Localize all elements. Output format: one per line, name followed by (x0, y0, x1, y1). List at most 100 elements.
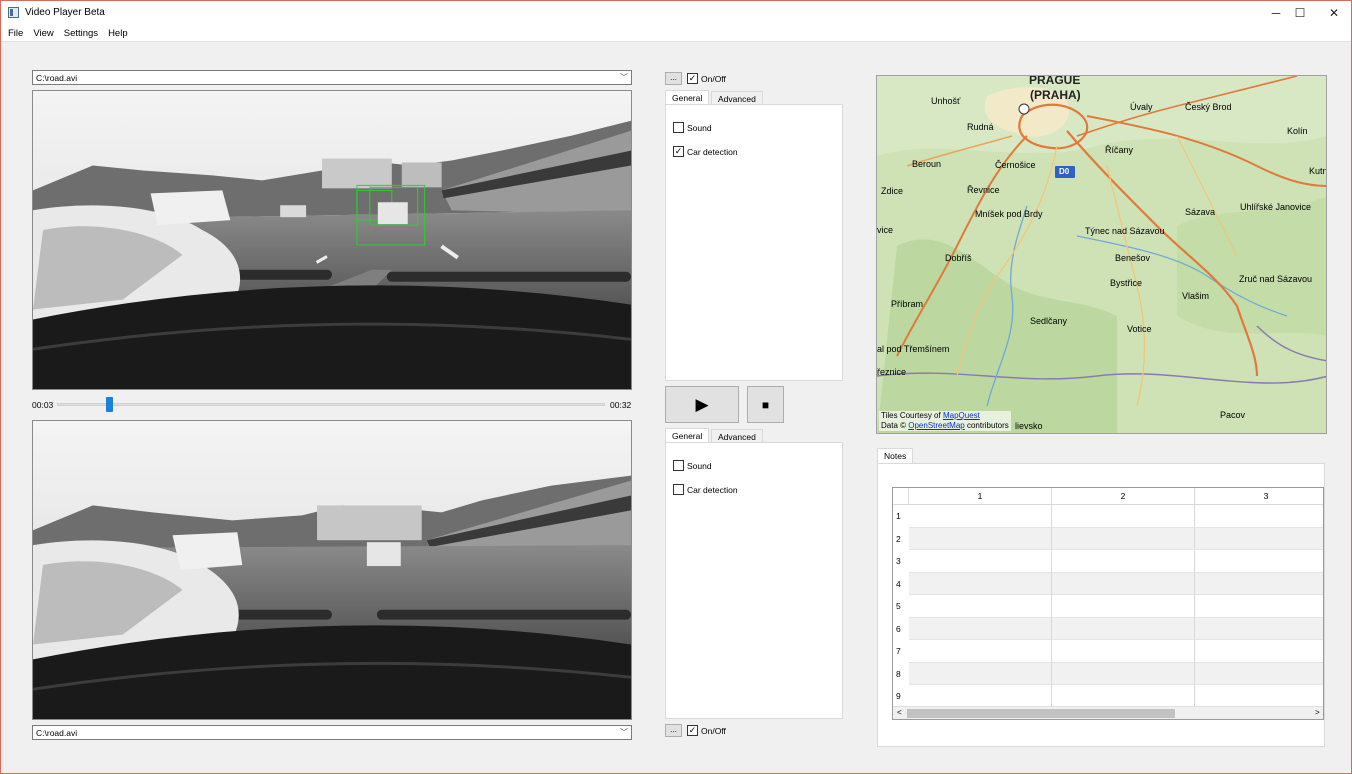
table-cell[interactable] (909, 662, 1052, 685)
column-header[interactable]: 1 (909, 488, 1052, 505)
table-cell[interactable] (909, 685, 1052, 708)
map-label-unhost: Unhošť (931, 96, 961, 106)
table-cell[interactable] (1195, 640, 1323, 663)
scroll-left-icon[interactable]: < (897, 708, 902, 717)
play-button[interactable]: ▶ (665, 386, 739, 423)
column-header[interactable]: 2 (1052, 488, 1195, 505)
table-cell[interactable] (909, 527, 1052, 550)
table-cell[interactable] (1195, 662, 1323, 685)
slider-thumb[interactable] (105, 397, 113, 412)
table-cell[interactable] (1052, 595, 1195, 618)
bottom-onoff-label: On/Off (701, 726, 726, 736)
table-cell[interactable] (1052, 572, 1195, 595)
top-tab-advanced[interactable]: Advanced (711, 91, 763, 105)
bottom-car-detection-checkbox[interactable] (673, 484, 684, 495)
top-car-detection-label: Car detection (687, 147, 738, 157)
table-cell[interactable] (909, 550, 1052, 573)
bottom-settings-panel (665, 442, 843, 719)
close-button[interactable]: ✕ (1311, 1, 1352, 25)
column-header[interactable]: 3 (1195, 488, 1323, 505)
map-label-kutna: Kutná (1309, 166, 1326, 176)
timeline-slider[interactable] (57, 403, 605, 406)
map-label-mnisek: Mníšek pod Brdy (975, 209, 1043, 219)
map-credit-tail: contributors (964, 421, 1009, 430)
window-title: Video Player Beta (25, 7, 105, 18)
top-tab-general[interactable]: General (665, 90, 710, 105)
top-onoff-checkbox[interactable]: ✓ (687, 73, 698, 84)
map-label-tynec: Týnec nad Sázavou (1085, 226, 1165, 236)
row-header[interactable]: 6 (893, 618, 909, 641)
table-cell[interactable] (1195, 527, 1323, 550)
map-label-praha: (PRAHA) (1030, 88, 1081, 102)
table-cell[interactable] (1052, 617, 1195, 640)
menu-bar: File View Settings Help (1, 25, 1351, 41)
play-icon: ▶ (695, 394, 709, 414)
bottom-onoff-checkbox[interactable]: ✓ (687, 725, 698, 736)
title-bar (1, 1, 1351, 25)
table-cell[interactable] (1052, 527, 1195, 550)
table-cell[interactable] (909, 640, 1052, 663)
bottom-tab-advanced[interactable]: Advanced (711, 429, 763, 443)
row-header[interactable]: 9 (893, 685, 909, 708)
table-cell[interactable] (909, 617, 1052, 640)
menu-settings[interactable]: Settings (59, 28, 103, 39)
bottom-source-select[interactable]: C:\road.avi ﹀ (32, 725, 632, 740)
table-cell[interactable] (1195, 572, 1323, 595)
table-cell[interactable] (1052, 550, 1195, 573)
horizontal-scrollbar[interactable]: < > (893, 706, 1323, 719)
table-cell[interactable] (1052, 505, 1195, 528)
map-label-pribram: Příbram (891, 299, 924, 309)
map-label-sazava: Sázava (1185, 207, 1216, 217)
table-cell[interactable] (909, 595, 1052, 618)
top-sound-label: Sound (687, 123, 712, 133)
table-cell[interactable] (1195, 617, 1323, 640)
top-source-value: C:\road.avi (36, 72, 78, 83)
table-cell[interactable] (1195, 505, 1323, 528)
top-car-detection-checkbox[interactable]: ✓ (673, 146, 684, 157)
row-header[interactable]: 2 (893, 528, 909, 551)
bottom-browse-button[interactable]: ... (665, 724, 682, 737)
map-label-kolin: Kolín (1287, 126, 1308, 136)
menu-help[interactable]: Help (103, 28, 133, 39)
stop-button[interactable]: ■ (747, 386, 784, 423)
row-header[interactable]: 4 (893, 573, 909, 596)
openstreetmap-link[interactable]: OpenStreetMap (908, 421, 964, 430)
top-video-frame[interactable] (32, 90, 632, 390)
table-cell[interactable] (909, 505, 1052, 528)
row-header[interactable]: 8 (893, 663, 909, 686)
map-view[interactable]: PRAGUE (PRAHA) Unhošť Úvaly Český Brod R… (876, 75, 1327, 434)
table-cell[interactable] (909, 572, 1052, 595)
bottom-sound-checkbox[interactable] (673, 460, 684, 471)
road-video-image (33, 421, 631, 719)
map-label-vice: vice (877, 225, 894, 235)
row-header[interactable]: 3 (893, 550, 909, 573)
notes-table[interactable]: 1 2 3 123456789 < > (892, 487, 1324, 720)
menu-file[interactable]: File (3, 28, 28, 39)
row-header[interactable]: 1 (893, 505, 909, 528)
top-browse-button[interactable]: ... (665, 72, 682, 85)
scrollbar-thumb[interactable] (907, 709, 1175, 718)
bottom-tab-general[interactable]: General (665, 428, 710, 443)
map-label-prague: PRAGUE (1029, 75, 1081, 87)
bottom-video-frame[interactable] (32, 420, 632, 720)
table-cell[interactable] (1195, 595, 1323, 618)
map-highway-shield: D0 (1059, 167, 1070, 176)
map-label-benesov: Benešov (1115, 253, 1151, 263)
menu-view[interactable]: View (28, 28, 58, 39)
row-header[interactable]: 7 (893, 640, 909, 663)
map-label-rudna: Rudná (967, 122, 994, 132)
table-cell[interactable] (1195, 550, 1323, 573)
map-label-bystrice: Bystřice (1110, 278, 1143, 288)
mapquest-link[interactable]: MapQuest (943, 411, 980, 420)
tab-notes[interactable]: Notes (877, 448, 914, 463)
scroll-right-icon[interactable]: > (1315, 708, 1320, 717)
top-source-select[interactable]: C:\road.avi ﹀ (32, 70, 632, 85)
table-cell[interactable] (1052, 640, 1195, 663)
map-attribution: Tiles Courtesy of MapQuest Data © OpenSt… (879, 411, 1011, 431)
table-cell[interactable] (1195, 685, 1323, 708)
table-cell[interactable] (1052, 662, 1195, 685)
table-cell[interactable] (1052, 685, 1195, 708)
row-header[interactable]: 5 (893, 595, 909, 618)
top-sound-checkbox[interactable] (673, 122, 684, 133)
map-label-lievsko: lievsko (1015, 421, 1043, 431)
